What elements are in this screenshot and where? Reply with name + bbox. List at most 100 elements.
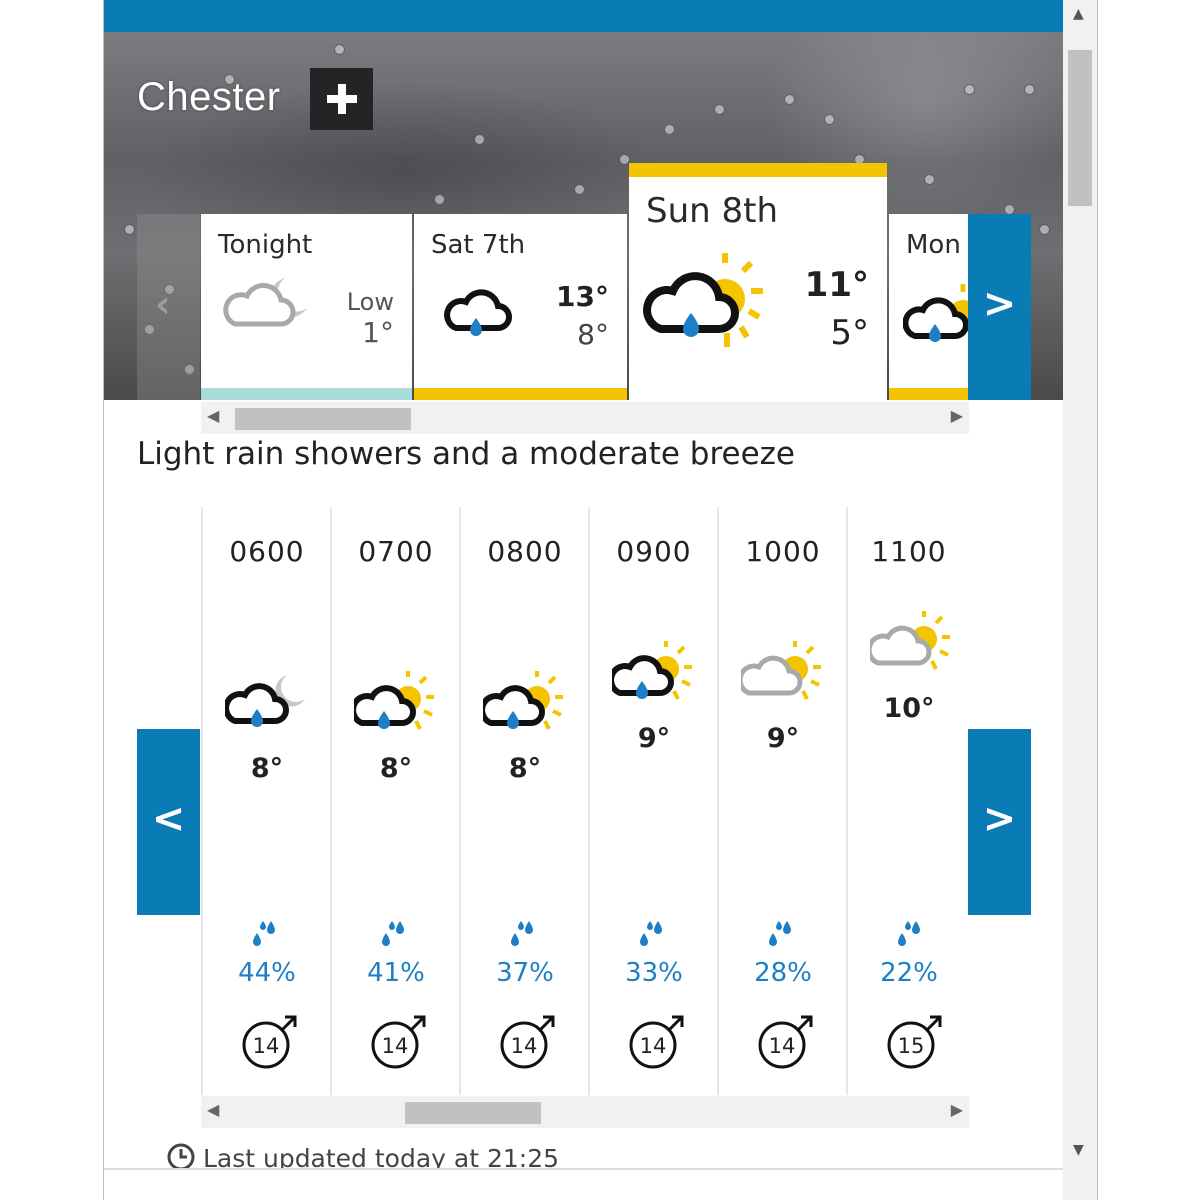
page-vertical-scrollbar[interactable]: ▲ ▼ [1063,0,1098,1200]
chevron-left-icon: ‹ [155,282,171,326]
bottom-toolbar [104,1168,1064,1200]
hour-temp: 9° [637,723,671,754]
cloud-rain-icon [444,289,512,336]
wind-indicator: 14 [370,1015,426,1071]
scrollbar-thumb[interactable] [1068,50,1092,206]
rain-chance: 41% [367,958,425,988]
scroll-left-arrow-icon[interactable]: ◀ [207,1100,219,1119]
hour-column-0900: 0900 9° 33% 14 [588,507,718,1095]
cloud-rain-sun-icon [354,671,434,730]
cloud-rain-sun-icon [612,641,692,700]
scroll-up-arrow-icon[interactable]: ▲ [1073,6,1084,22]
weather-widget: Chester ‹ Tonight Low 1° Sat 7th 13° 8° … [103,0,1064,1200]
day-tab-sun-selected[interactable]: Sun 8th 11° 5° [629,163,887,400]
cloud-moon-icon [223,278,307,327]
add-location-button[interactable] [310,68,373,130]
rain-chance: 44% [238,958,296,988]
hour-column-0800: 0800 8° 37% 14 [459,507,589,1095]
raindrop-decoration [1024,84,1035,95]
day-label: Mon [906,230,961,260]
raindrop-decoration [474,134,485,145]
raindrop-decoration [714,104,725,115]
hours-next-button[interactable]: > [968,729,1031,915]
rain-chance: 28% [754,958,812,988]
cloud-rain-sun-icon [643,253,763,347]
scroll-left-arrow-icon[interactable]: ◀ [207,406,219,425]
hour-column-0600: 0600 8° 44% 14 [201,507,331,1095]
forecast-summary: Light rain showers and a moderate breeze [137,436,796,472]
scrollbar-thumb[interactable] [235,408,411,430]
raindrop-decoration [334,44,345,55]
top-bar [104,0,1064,32]
day-strip [414,388,627,400]
rain-chance: 37% [496,958,554,988]
hour-temp: 8° [250,753,284,784]
wind-speed: 14 [639,1034,667,1058]
raindrops-icon [382,921,404,946]
raindrop-decoration [824,114,835,125]
cloud-rain-sun-icon [483,671,563,730]
day-strip [201,388,412,400]
hour-column-1000: 1000 9° 28% 14 [717,507,847,1095]
wind-indicator: 14 [757,1015,813,1071]
day-label: Sun 8th [646,191,778,231]
hour-column-0700: 0700 8° 41% 14 [330,507,460,1095]
cloud-sun-icon [741,641,821,700]
cloud-rain-sun-icon [903,284,969,342]
day-label: Sat 7th [431,230,526,260]
raindrop-decoration [574,184,585,195]
wind-indicator: 14 [499,1015,555,1071]
low-temp: 8° [577,318,609,351]
hour-temp: 8° [508,753,542,784]
scroll-right-arrow-icon[interactable]: ▶ [951,1100,963,1119]
low-temp: 5° [830,313,869,353]
days-horizontal-scrollbar[interactable]: ◀ ▶ [201,402,969,434]
hour-time: 1000 [745,535,821,568]
hours-prev-button[interactable]: < [137,729,200,915]
wind-indicator: 14 [628,1015,684,1071]
hours-horizontal-scrollbar[interactable]: ◀ ▶ [201,1096,969,1128]
raindrop-decoration [784,94,795,105]
hour-column-1100: 1100 10° 22% 15 [846,507,970,1095]
wind-speed: 14 [252,1034,280,1058]
wind-speed: 14 [510,1034,538,1058]
rain-chance: 33% [625,958,683,988]
wind-indicator: 15 [886,1015,942,1071]
raindrops-icon [253,921,275,946]
scrollbar-thumb[interactable] [405,1102,541,1124]
raindrop-decoration [434,194,445,205]
wind-indicator: 14 [241,1015,297,1071]
wind-speed: 14 [768,1034,796,1058]
day-tab-tonight[interactable]: Tonight Low 1° [201,214,412,400]
location-name: Chester [137,75,281,119]
raindrop-decoration [924,174,935,185]
raindrop-decoration [664,124,675,135]
day-tab-sat[interactable]: Sat 7th 13° 8° [414,214,627,400]
high-temp: 13° [556,280,609,313]
raindrop-decoration [124,224,135,235]
hour-time: 0900 [616,535,692,568]
rain-chance: 22% [880,958,938,988]
day-strip [889,388,969,400]
hour-time: 0600 [229,535,305,568]
high-temp: 11° [804,265,869,305]
raindrop-decoration [964,84,975,95]
plus-icon [326,84,357,114]
scroll-right-arrow-icon[interactable]: ▶ [951,406,963,425]
hour-time: 1100 [871,535,947,568]
low-label: Low [346,288,394,316]
day-scroll-left[interactable]: ‹ [137,214,200,400]
day-tab-mon[interactable]: Mon [889,214,969,400]
scroll-down-arrow-icon[interactable]: ▼ [1073,1142,1084,1158]
raindrops-icon [769,921,791,946]
hour-temp: 10° [883,693,935,724]
low-temp: 1° [362,316,394,349]
raindrops-icon [898,921,920,946]
clock-icon [167,1143,195,1171]
raindrops-icon [640,921,662,946]
hour-temp: 9° [766,723,800,754]
hour-time: 0800 [487,535,563,568]
raindrop-decoration [1039,224,1050,235]
cloud-sun-icon [870,611,950,670]
days-next-button[interactable]: > [968,214,1031,400]
